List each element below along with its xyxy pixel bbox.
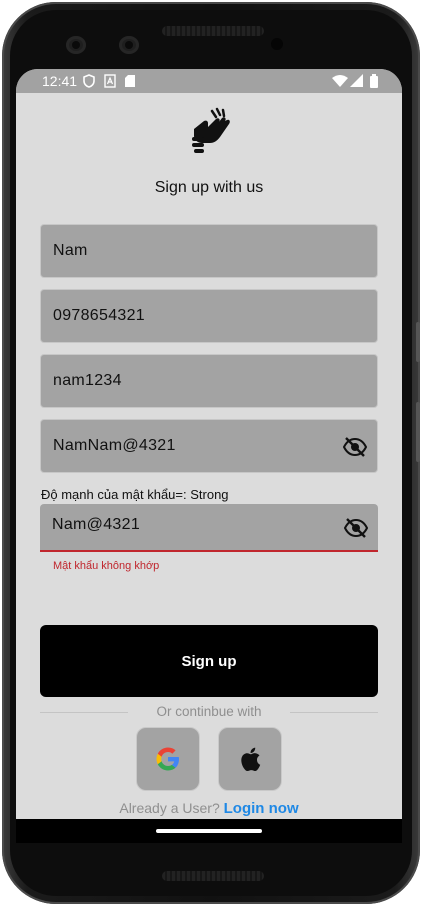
- eye-slash-icon[interactable]: [344, 517, 368, 539]
- sd-card-icon: [125, 75, 135, 87]
- text-icon: [104, 74, 116, 88]
- battery-icon: [370, 74, 378, 88]
- login-now-link[interactable]: Login now: [224, 800, 299, 817]
- confirm-password-value: Nam@4321: [52, 516, 141, 533]
- status-bar: 12:41: [16, 69, 402, 93]
- bottom-speaker: [162, 871, 264, 881]
- front-camera: [271, 38, 283, 50]
- google-signin-button[interactable]: [136, 727, 200, 791]
- app-screen: 12:41 Sign up with us Nam 0978654321 nam…: [16, 69, 402, 841]
- signup-button[interactable]: Sign up: [40, 625, 378, 697]
- phone-field[interactable]: 0978654321: [40, 289, 378, 343]
- login-prompt: Already a User?: [119, 800, 220, 816]
- name-value: Nam: [53, 242, 88, 259]
- username-value: nam1234: [53, 372, 122, 389]
- phone-value: 0978654321: [53, 307, 145, 324]
- sign-language-hands-icon: [192, 107, 230, 153]
- name-field[interactable]: Nam: [40, 224, 378, 278]
- home-gesture-handle[interactable]: [156, 829, 262, 833]
- confirm-password-field[interactable]: Nam@4321: [40, 504, 378, 552]
- divider-text: Or continbue with: [156, 704, 262, 719]
- sensor-icon: [66, 36, 86, 54]
- apple-icon: [241, 747, 261, 772]
- status-time: 12:41: [42, 73, 78, 89]
- power-button: [416, 402, 420, 462]
- google-icon: [156, 747, 179, 771]
- sensor-icon: [119, 36, 139, 54]
- signup-form-container: Sign up with us Nam 0978654321 nam1234 N…: [16, 93, 402, 819]
- volume-button: [416, 322, 420, 362]
- login-row: Already a User? Login now: [16, 800, 402, 817]
- confirm-password-error: Mật khẩu không khớp: [53, 560, 160, 572]
- username-field[interactable]: nam1234: [40, 354, 378, 408]
- wifi-icon: [332, 75, 348, 87]
- shield-icon: [83, 74, 95, 88]
- page-title: Sign up with us: [154, 179, 264, 196]
- signal-icon: [350, 74, 363, 87]
- apple-signin-button[interactable]: [218, 727, 282, 791]
- password-value: NamNam@4321: [53, 437, 176, 454]
- system-nav-bar: [16, 819, 402, 843]
- password-strength: Độ mạnh của mật khẩu=: Strong: [41, 487, 229, 502]
- earpiece-speaker: [162, 26, 264, 36]
- eye-slash-icon[interactable]: [343, 436, 367, 458]
- password-field[interactable]: NamNam@4321: [40, 419, 378, 473]
